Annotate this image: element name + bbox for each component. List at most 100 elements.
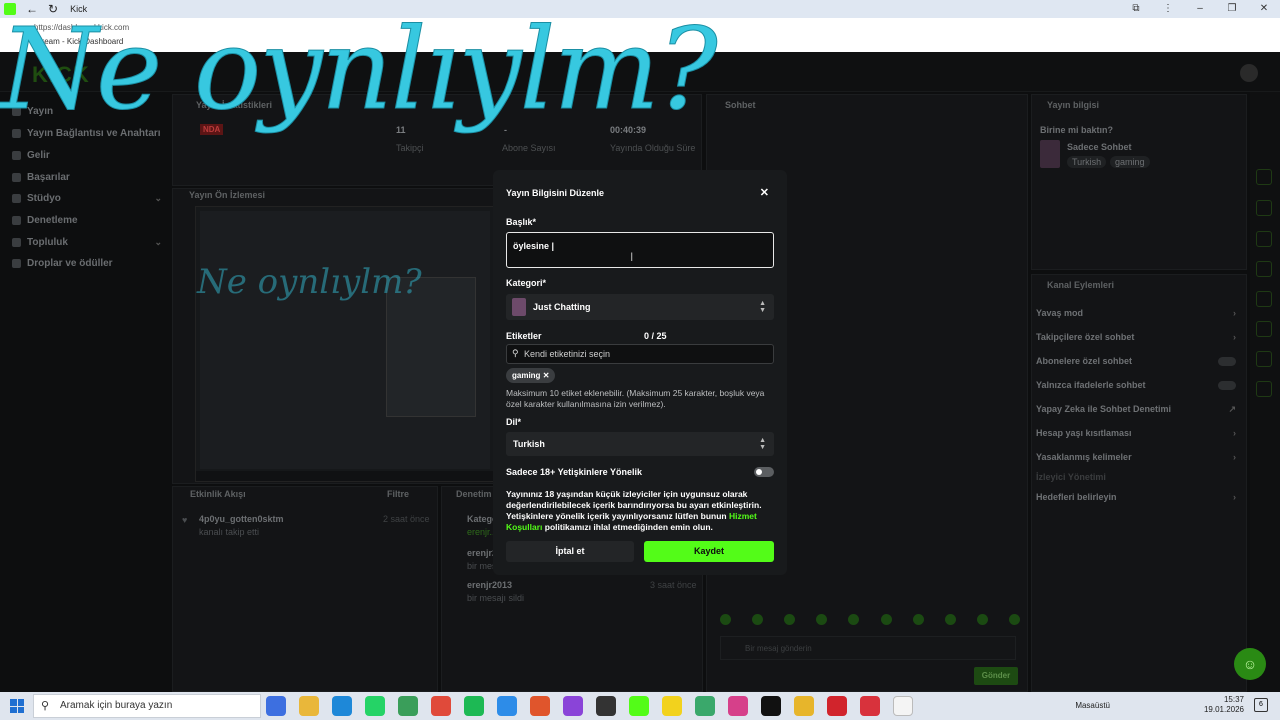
slow-mode-item[interactable]: Yavaş mod › <box>1036 308 1236 318</box>
toggle[interactable] <box>1218 357 1236 366</box>
tags-input[interactable]: ⚲ Kendi etiketinizi seçin <box>506 344 774 364</box>
sidebar-item-label: Stüdyo <box>27 193 61 204</box>
obs-icon[interactable] <box>596 696 616 716</box>
chevron-right-icon: › <box>1233 332 1236 342</box>
stream-info-category: Sadece Sohbet <box>1067 142 1132 152</box>
subscribers-only-item[interactable]: Abonelere özel sohbet <box>1036 356 1236 366</box>
emote-icon[interactable] <box>752 614 764 625</box>
set-goals-item[interactable]: Hedefleri belirleyin › <box>1036 492 1236 502</box>
clock[interactable]: 15:37 19.01.2026 <box>1204 695 1244 715</box>
language-value: Turkish <box>513 439 545 449</box>
chevron-right-icon: › <box>1233 308 1236 318</box>
rail-icon[interactable] <box>1256 231 1272 247</box>
instagram-icon[interactable] <box>728 696 748 716</box>
followers-only-item[interactable]: Takipçilere özel sohbet › <box>1036 332 1236 342</box>
sidebar-item-drops[interactable]: Droplar ve ödüller <box>12 258 162 269</box>
select-arrows-icon: ▲ ▼ <box>759 300 766 314</box>
emote-icon[interactable] <box>880 614 892 625</box>
chrome-profile-icon[interactable] <box>431 696 451 716</box>
emotes-only-item[interactable]: Yalnızca ifadelerle sohbet <box>1036 380 1236 390</box>
sidebar-item-label: Gelir <box>27 150 50 161</box>
chat-input[interactable]: Bir mesaj gönderin <box>720 636 1016 660</box>
app-icon[interactable] <box>893 696 913 716</box>
app-icon[interactable] <box>827 696 847 716</box>
account-age-item[interactable]: Hesap yaşı kısıtlaması › <box>1036 428 1236 438</box>
rail-icon[interactable] <box>1256 321 1272 337</box>
close-window-icon[interactable]: ✕ <box>1248 0 1280 18</box>
minimize-icon[interactable]: – <box>1184 0 1216 18</box>
title-input[interactable]: öylesine | <box>506 232 774 268</box>
kick-icon[interactable] <box>629 696 649 716</box>
category-select[interactable]: Just Chatting ▲ ▼ <box>506 294 774 320</box>
emote-icon[interactable] <box>1008 614 1020 625</box>
app-icon[interactable] <box>530 696 550 716</box>
language-select[interactable]: Turkish ▲ ▼ <box>506 432 774 456</box>
activity-user[interactable]: 4p0yu_gotten0sktm <box>199 514 284 524</box>
app-icon[interactable] <box>497 696 517 716</box>
emote-icon[interactable] <box>848 614 860 625</box>
copilot-icon[interactable] <box>266 696 286 716</box>
file-explorer-icon[interactable] <box>299 696 319 716</box>
emote-icon[interactable] <box>720 614 731 625</box>
rail-icon[interactable] <box>1256 261 1272 277</box>
notification-icon[interactable]: 6 <box>1254 698 1268 712</box>
spotify-icon[interactable] <box>464 696 484 716</box>
whatsapp-icon[interactable] <box>365 696 385 716</box>
remove-tag-icon[interactable]: ✕ <box>543 371 550 380</box>
restore-icon[interactable]: ❐ <box>1216 0 1248 18</box>
stream-preview[interactable] <box>195 206 495 482</box>
viewer-management-item[interactable]: İzleyici Yönetimi <box>1036 472 1236 482</box>
activity-filter[interactable]: Filtre <box>387 489 409 499</box>
app-icon[interactable] <box>695 696 715 716</box>
channel-action-label: Yavaş mod <box>1036 308 1084 318</box>
emote-icon[interactable] <box>912 614 924 625</box>
ai-moderation-item[interactable]: Yapay Zeka ile Sohbet Denetimi ↗ <box>1036 404 1236 414</box>
rail-icon[interactable] <box>1256 169 1272 185</box>
rail-icon[interactable] <box>1256 200 1272 216</box>
emote-icon[interactable] <box>816 614 828 625</box>
sidebar-item-moderation[interactable]: Denetleme <box>12 215 162 226</box>
sidebar-item-community[interactable]: Topluluk ⌄ <box>12 237 162 248</box>
send-button[interactable]: Gönder <box>974 667 1018 685</box>
rail-icon[interactable] <box>1256 381 1272 397</box>
chrome-icon[interactable] <box>398 696 418 716</box>
sidebar-item-revenue[interactable]: Gelir <box>12 150 162 161</box>
banned-words-item[interactable]: Yasaklanmış kelimeler › <box>1036 452 1236 462</box>
tiktok-icon[interactable] <box>761 696 781 716</box>
toggle[interactable] <box>1218 381 1236 390</box>
support-button[interactable]: ☺ <box>1234 648 1266 680</box>
chevron-down-icon: ⌄ <box>154 193 162 203</box>
wallet-icon <box>12 151 21 160</box>
taskbar-apps <box>266 696 913 716</box>
menu-icon[interactable]: ⋮ <box>1152 0 1184 18</box>
channel-actions-title: Kanal Eylemleri <box>1047 280 1115 290</box>
cancel-button[interactable]: İptal et <box>506 541 634 562</box>
sidebar-item-achievements[interactable]: Başarılar <box>12 172 162 183</box>
activity-action: kanalı takip etti <box>199 527 260 537</box>
sidebar-item-studio[interactable]: Stüdyo ⌄ <box>12 193 162 204</box>
tag-chip[interactable]: gaming ✕ <box>506 368 556 383</box>
adult-content-toggle[interactable] <box>754 467 774 477</box>
snapchat-icon[interactable] <box>662 696 682 716</box>
emote-icon[interactable] <box>944 614 956 625</box>
rail-icon[interactable] <box>1256 291 1272 307</box>
studio-icon <box>12 194 21 203</box>
emote-row[interactable] <box>720 614 1020 628</box>
start-button[interactable] <box>10 699 24 713</box>
taskbar-search-placeholder: Aramak için buraya yazın <box>60 700 173 711</box>
emote-icon[interactable] <box>976 614 988 625</box>
edge-icon[interactable] <box>332 696 352 716</box>
taskbar-search[interactable]: ⚲ Aramak için buraya yazın <box>33 694 261 718</box>
avatar[interactable] <box>1240 64 1258 82</box>
save-button[interactable]: Kaydet <box>644 541 774 562</box>
desktop-label[interactable]: Masaüstü <box>1075 701 1110 710</box>
extensions-icon[interactable]: ⧉ <box>1120 0 1152 18</box>
app-icon[interactable] <box>794 696 814 716</box>
close-icon[interactable]: ✕ <box>760 186 769 199</box>
moderation-item-user[interactable]: erenjr2013 <box>467 580 512 590</box>
twitch-icon[interactable] <box>563 696 583 716</box>
emote-icon[interactable] <box>784 614 796 625</box>
search-icon: ⚲ <box>41 700 50 712</box>
rail-icon[interactable] <box>1256 351 1272 367</box>
app-icon[interactable] <box>860 696 880 716</box>
